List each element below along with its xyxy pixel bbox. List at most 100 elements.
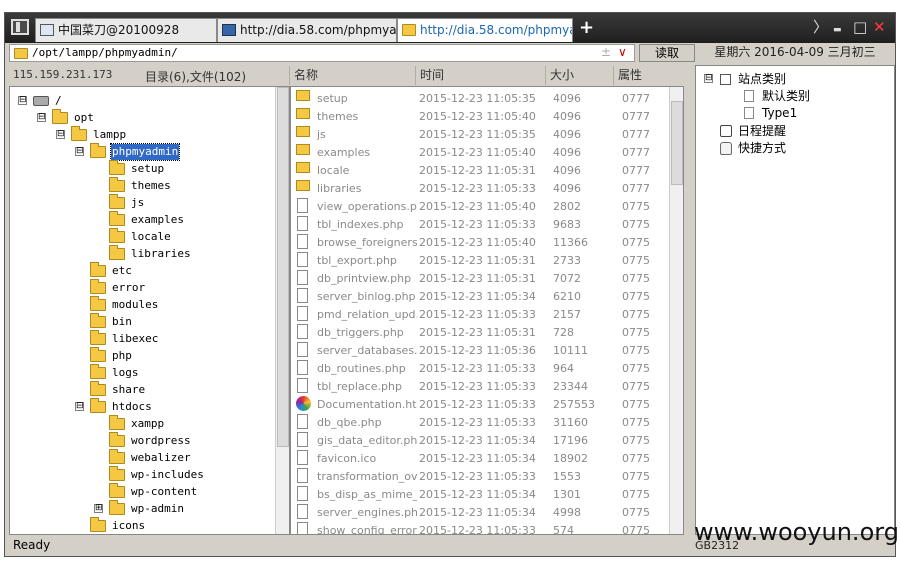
column-time[interactable]: 时间	[415, 66, 545, 85]
bookmark-icon[interactable]: ±	[601, 44, 611, 60]
tree-item[interactable]: share	[10, 381, 272, 399]
tree-item[interactable]: ⊟ lampp	[10, 126, 272, 144]
tree-item[interactable]: xampp	[10, 415, 272, 433]
tree-item[interactable]: wp-content	[10, 483, 272, 501]
minimize-icon[interactable]: ▬	[833, 20, 842, 40]
file-row[interactable]: view_operations.php2015-12-23 11:05:40 28…	[291, 198, 671, 216]
file-row[interactable]: db_routines.php 2015-12-23 11:05:33 964 077…	[291, 360, 671, 378]
site-panel: ⊟ 站点类别 默认类别 Type1 日程提醒 快捷方式	[695, 65, 895, 535]
file-size: 4096	[553, 110, 581, 123]
file-row[interactable]: db_triggers.php 2015-12-23 11:05:31 728 077…	[291, 324, 671, 342]
column-name[interactable]: 名称	[289, 66, 415, 85]
tab-1[interactable]: http://dia.58.com/phpmyadmi...	[217, 18, 397, 42]
scroll-tabs-right-icon[interactable]: 〉	[813, 17, 828, 37]
tree-item[interactable]: bin	[10, 313, 272, 331]
site-panel-item[interactable]: 默认类别	[696, 88, 886, 105]
file-row[interactable]: Documentation.html2015-12-23 11:05:33 257…	[291, 396, 671, 414]
tree-item[interactable]: modules	[10, 296, 272, 314]
tree-item[interactable]: wordpress	[10, 432, 272, 450]
file-name: examples	[317, 146, 371, 159]
file-row[interactable]: pmd_relation_upd.p...2015-12-23 11:05:33…	[291, 306, 671, 324]
collapse-icon[interactable]: ⊟	[75, 147, 84, 156]
file-icon	[297, 324, 308, 339]
read-button[interactable]: 读取	[639, 44, 695, 62]
site-panel-item[interactable]: Type1	[696, 105, 886, 122]
file-row[interactable]: show_config_errors....2015-12-23 11:05:3…	[291, 522, 671, 535]
site-panel-item[interactable]: 日程提醒	[696, 123, 886, 140]
folder-icon	[90, 313, 106, 328]
file-row[interactable]: js 2015-12-23 11:05:35 4096 0777	[291, 126, 671, 144]
collapse-icon[interactable]: ⊟	[56, 130, 65, 139]
file-size: 4998	[553, 506, 581, 519]
address-input[interactable]: /opt/lampp/phpmyadmin/	[9, 44, 635, 62]
tree-item[interactable]: icons	[10, 517, 272, 534]
file-row[interactable]: server_databases.p...2015-12-23 11:05:36…	[291, 342, 671, 360]
tree-item-label: setup	[131, 162, 165, 175]
tree-item[interactable]: ⊟ phpmyadmin	[10, 143, 272, 161]
file-row[interactable]: db_printview.php 2015-12-23 11:05:31 7072 0…	[291, 270, 671, 288]
file-list-scrollbar-thumb[interactable]	[671, 101, 683, 185]
column-size[interactable]: 大小	[545, 66, 613, 85]
maximize-icon[interactable]: □	[853, 17, 867, 37]
site-panel-item[interactable]: ⊟ 站点类别	[696, 71, 886, 88]
file-attr: 0775	[622, 452, 650, 465]
tree-scrollbar-thumb[interactable]	[277, 87, 289, 447]
tree-item[interactable]: wp-includes	[10, 466, 272, 484]
tab-0[interactable]: 中国菜刀@20100928	[35, 18, 217, 42]
file-row[interactable]: transformation_over...2015-12-23 11:05:3…	[291, 468, 671, 486]
file-size: 4096	[553, 92, 581, 105]
tree-item[interactable]: setup	[10, 160, 272, 178]
site-panel-item[interactable]: 快捷方式	[696, 140, 886, 157]
tree-item[interactable]: libexec	[10, 330, 272, 348]
file-row[interactable]: locale 2015-12-23 11:05:31 4096 0777	[291, 162, 671, 180]
address-dropdown-icon[interactable]: ∨	[618, 44, 627, 60]
folder-icon	[90, 364, 106, 379]
column-attr[interactable]: 属性	[613, 66, 683, 85]
folder-icon	[90, 398, 106, 413]
file-row[interactable]: examples 2015-12-23 11:05:40 4096 0777	[291, 144, 671, 162]
tree-item[interactable]: etc	[10, 262, 272, 280]
tree-item[interactable]: ⊞ wp-admin	[10, 500, 272, 518]
site-panel-label: Type1	[762, 106, 798, 120]
file-list-scrollbar[interactable]	[669, 87, 683, 534]
tree-item[interactable]: ⊟ opt	[10, 109, 272, 127]
file-row[interactable]: gis_data_editor.php 2015-12-23 11:05:34 17…	[291, 432, 671, 450]
collapse-icon[interactable]: ⊟	[704, 74, 713, 83]
tree-item[interactable]: php	[10, 347, 272, 365]
tree-item[interactable]: locale	[10, 228, 272, 246]
file-row[interactable]: setup 2015-12-23 11:05:35 4096 0777	[291, 90, 671, 108]
file-row[interactable]: tbl_replace.php 2015-12-23 11:05:33 23344 0…	[291, 378, 671, 396]
collapse-icon[interactable]: ⊟	[75, 402, 84, 411]
file-row[interactable]: libraries 2015-12-23 11:05:33 4096 0777	[291, 180, 671, 198]
collapse-icon[interactable]: ⊟	[18, 96, 27, 105]
add-tab-button[interactable]: +	[579, 18, 594, 38]
file-row[interactable]: tbl_export.php 2015-12-23 11:05:31 2733 077…	[291, 252, 671, 270]
file-row[interactable]: server_binlog.php 2015-12-23 11:05:34 6210…	[291, 288, 671, 306]
file-name: show_config_errors....	[317, 524, 417, 535]
folder-icon	[90, 330, 106, 345]
tab-2[interactable]: http://dia.58.com/phpmyadmi...	[397, 18, 573, 42]
expand-icon[interactable]: ⊞	[94, 504, 103, 513]
tree-item[interactable]: error	[10, 279, 272, 297]
file-row[interactable]: favicon.ico 2015-12-23 11:05:34 18902 0775	[291, 450, 671, 468]
tree-item[interactable]: webalizer	[10, 449, 272, 467]
tree-item[interactable]: themes	[10, 177, 272, 195]
tree-item[interactable]: libraries	[10, 245, 272, 263]
tree-item[interactable]: js	[10, 194, 272, 212]
file-row[interactable]: server_engines.php 2015-12-23 11:05:34 499…	[291, 504, 671, 522]
file-row[interactable]: bs_disp_as_mime_t...2015-12-23 11:05:34 1…	[291, 486, 671, 504]
panel-toggle-icon[interactable]	[11, 19, 29, 35]
close-icon[interactable]: ✕	[873, 17, 886, 37]
file-row[interactable]: db_qbe.php 2015-12-23 11:05:33 31160 0775	[291, 414, 671, 432]
file-time: 2015-12-23 11:05:33	[419, 308, 536, 321]
tree-item[interactable]: examples	[10, 211, 272, 229]
file-row[interactable]: browse_foreigners.p...2015-12-23 11:05:4…	[291, 234, 671, 252]
tree-item[interactable]: logs	[10, 364, 272, 382]
folder-icon	[109, 177, 125, 192]
file-row[interactable]: tbl_indexes.php 2015-12-23 11:05:33 9683 07…	[291, 216, 671, 234]
tree-scrollbar[interactable]	[275, 87, 289, 534]
tree-item[interactable]: ⊟ /	[10, 93, 272, 110]
tree-item[interactable]: ⊟ htdocs	[10, 398, 272, 416]
collapse-icon[interactable]: ⊟	[37, 113, 46, 122]
file-row[interactable]: themes 2015-12-23 11:05:40 4096 0777	[291, 108, 671, 126]
